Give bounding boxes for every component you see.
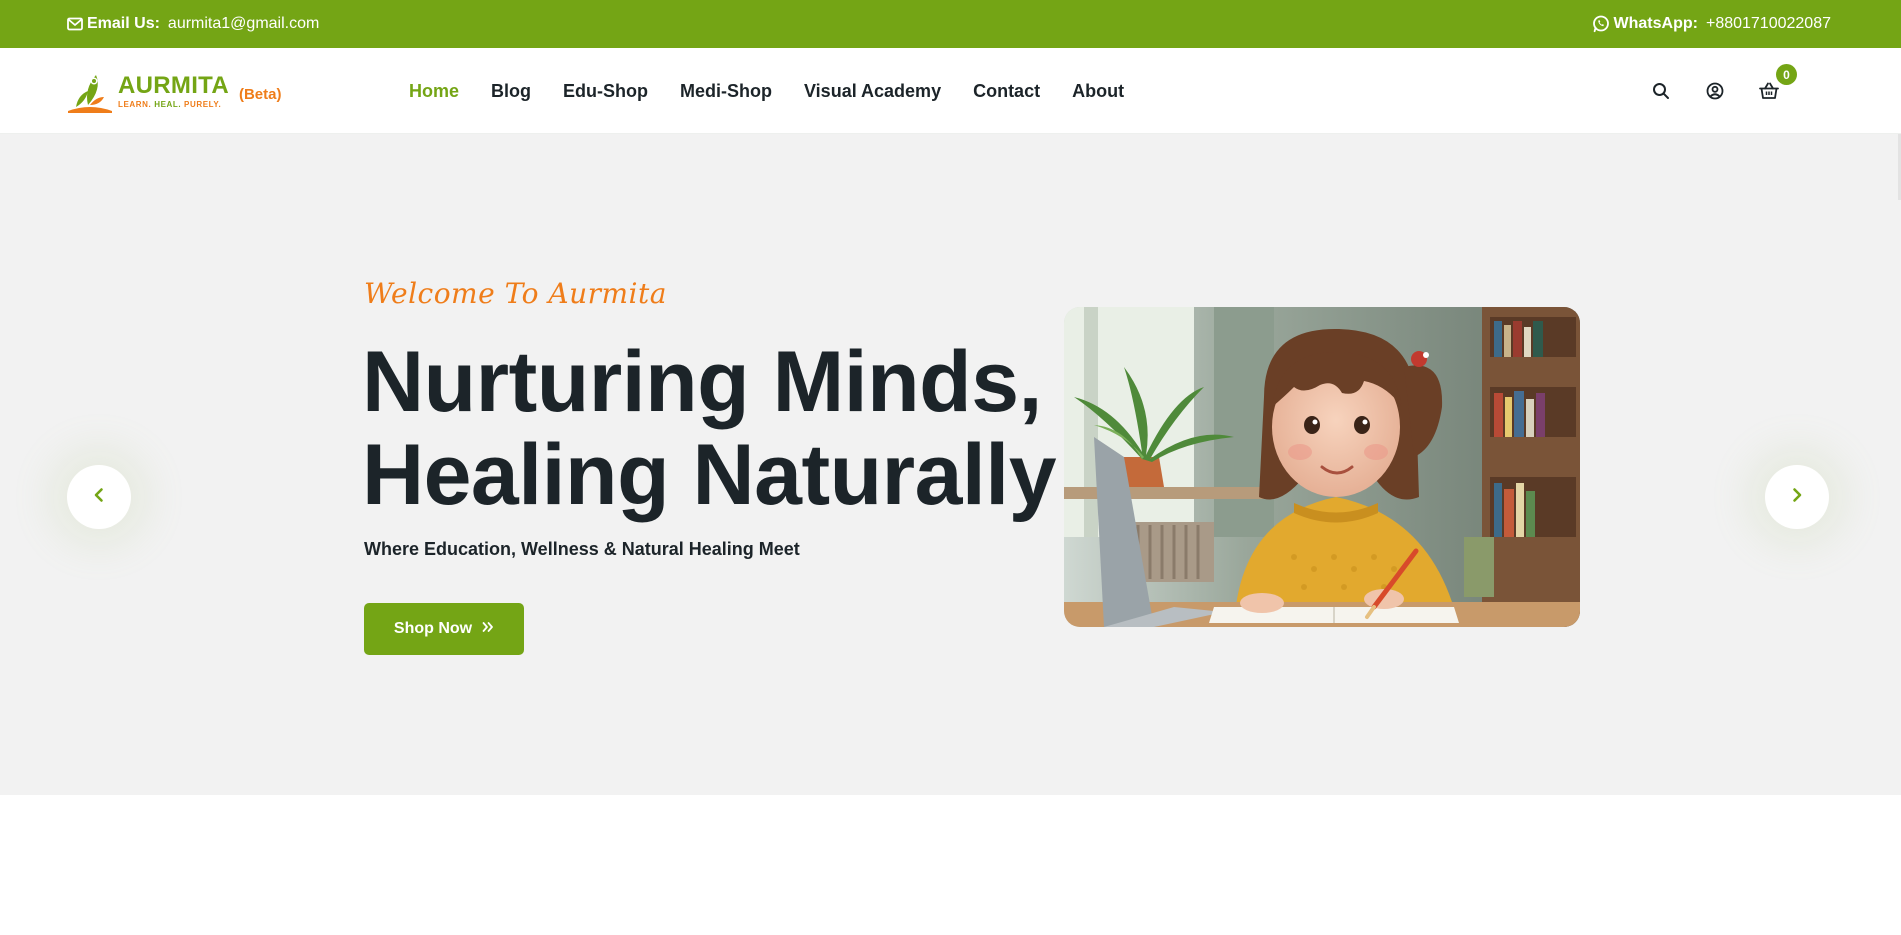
whatsapp-icon [1592, 15, 1610, 33]
tagline-purely: PURELY. [184, 99, 222, 109]
envelope-icon [67, 17, 83, 31]
hero-welcome: Welcome To Aurmita [364, 277, 667, 310]
nav-item-visual-academy[interactable]: Visual Academy [804, 81, 941, 102]
hero-image [1064, 307, 1580, 627]
shop-now-label: Shop Now [393, 620, 473, 637]
nav-item-blog[interactable]: Blog [491, 81, 531, 102]
whatsapp-value[interactable]: +8801710022087 [1706, 15, 1831, 33]
nav-item-about[interactable]: About [1072, 81, 1124, 102]
cart-count-badge: 0 [1776, 64, 1797, 85]
chevron-left-icon [92, 487, 106, 508]
nav-item-edu-shop[interactable]: Edu-Shop [563, 81, 648, 102]
hero-subline: Where Education, Wellness & Natural Heal… [364, 539, 800, 559]
search-icon[interactable] [1650, 80, 1672, 102]
nav-item-contact[interactable]: Contact [973, 81, 1040, 102]
slider-prev-button[interactable] [67, 465, 131, 529]
site-header: AURMITA LEARN. HEAL. PURELY. (Beta) Home… [0, 48, 1901, 134]
headline-line-1: Nurturing Minds, [362, 334, 1042, 430]
logo-name: AURMITA [118, 71, 229, 99]
double-chevron-right-icon [482, 620, 494, 638]
shop-now-button[interactable]: Shop Now [364, 603, 524, 655]
whatsapp-label: WhatsApp: [1613, 15, 1698, 32]
hero-headline: Nurturing Minds, Healing Naturally [362, 336, 1062, 522]
slider-next-button[interactable] [1765, 465, 1829, 529]
headline-line-2: Healing Naturally [362, 427, 1057, 523]
nav-item-medi-shop[interactable]: Medi-Shop [680, 81, 772, 102]
hero-slider: Welcome To Aurmita Nurturing Minds, Heal… [0, 134, 1901, 795]
topbar-whatsapp[interactable]: WhatsApp: +8801710022087 [1592, 0, 1831, 48]
user-circle-icon[interactable] [1704, 80, 1726, 102]
tagline-heal: HEAL. [154, 99, 182, 109]
tagline-learn: LEARN. [118, 99, 152, 109]
beta-badge: (Beta) [238, 85, 282, 103]
nav-item-home[interactable]: Home [409, 81, 459, 102]
email-value[interactable]: aurmita1@gmail.com [168, 15, 319, 33]
main-nav: Home Blog Edu-Shop Medi-Shop Visual Acad… [409, 48, 1156, 134]
basket-icon[interactable]: 0 [1758, 64, 1797, 102]
logo-tagline: LEARN. HEAL. PURELY. [118, 100, 229, 109]
site-logo[interactable]: AURMITA LEARN. HEAL. PURELY. (Beta) [66, 67, 286, 115]
email-label: Email Us: [87, 15, 160, 32]
logo-leaf-icon [66, 67, 114, 115]
top-bar: Email Us: aurmita1@gmail.com WhatsApp: +… [0, 0, 1901, 48]
topbar-email[interactable]: Email Us: aurmita1@gmail.com [67, 0, 319, 48]
chevron-right-icon [1790, 487, 1804, 508]
header-actions: 0 [1650, 48, 1812, 134]
